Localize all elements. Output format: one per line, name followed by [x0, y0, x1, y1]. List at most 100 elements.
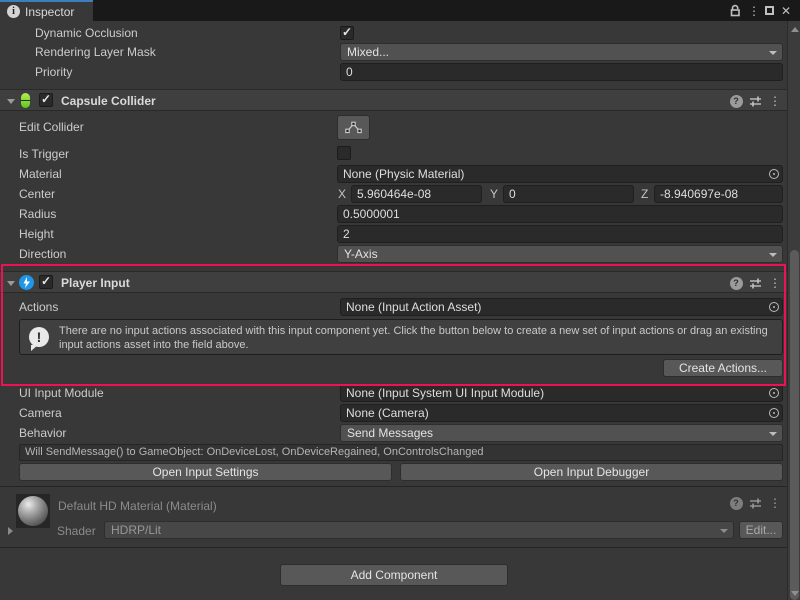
height-label: Height	[19, 226, 54, 242]
center-z-field[interactable]: -8.940697e-08	[654, 185, 783, 203]
open-input-debugger-button[interactable]: Open Input Debugger	[400, 463, 783, 481]
rendering-layer-mask-label: Rendering Layer Mask	[35, 44, 156, 60]
ui-input-module-object-field[interactable]: None (Input System UI Input Module)	[340, 384, 783, 402]
priority-field[interactable]: 0	[340, 63, 783, 81]
rendering-layer-mask-value: Mixed...	[347, 45, 389, 59]
foldout-arrow-icon[interactable]	[7, 281, 15, 286]
presets-icon[interactable]	[748, 276, 762, 290]
player-input-title: Player Input	[61, 276, 130, 290]
is-trigger-checkbox[interactable]	[337, 146, 351, 160]
create-actions-button[interactable]: Create Actions...	[663, 359, 783, 377]
actions-label: Actions	[19, 299, 58, 315]
chevron-down-icon	[769, 253, 777, 257]
is-trigger-label: Is Trigger	[19, 146, 69, 162]
direction-dropdown[interactable]: Y-Axis	[337, 245, 783, 263]
radius-field[interactable]: 0.5000001	[337, 205, 783, 223]
close-icon[interactable]: ✕	[779, 0, 793, 21]
maximize-icon[interactable]	[762, 0, 776, 21]
kebab-menu-icon[interactable]: ⋮	[748, 0, 760, 21]
send-message-info: Will SendMessage() to GameObject: OnDevi…	[19, 444, 783, 461]
behavior-value: Send Messages	[347, 426, 433, 440]
capsule-collider-enabled-checkbox[interactable]	[39, 93, 53, 107]
ui-input-module-label: UI Input Module	[19, 385, 104, 401]
player-input-icon	[19, 275, 34, 290]
center-label: Center	[19, 186, 55, 202]
no-actions-warning-text: There are no input actions associated wi…	[59, 324, 771, 352]
chevron-down-icon	[769, 51, 777, 55]
object-picker-icon[interactable]	[769, 169, 779, 179]
axis-y-label: Y	[490, 186, 498, 202]
kebab-menu-icon[interactable]: ⋮	[768, 496, 782, 510]
presets-icon[interactable]	[748, 496, 762, 510]
scroll-up-icon[interactable]	[791, 27, 799, 32]
capsule-collider-title: Capsule Collider	[61, 94, 156, 108]
center-x-field[interactable]: 5.960464e-08	[351, 185, 482, 203]
info-icon: i	[7, 5, 20, 18]
maximize-box	[765, 6, 774, 15]
material-preview	[16, 494, 50, 528]
kebab-menu-icon[interactable]: ⋮	[768, 276, 782, 290]
player-input-enabled-checkbox[interactable]	[39, 275, 53, 289]
open-input-settings-button[interactable]: Open Input Settings	[19, 463, 392, 481]
chevron-down-icon	[720, 529, 728, 533]
shader-edit-button[interactable]: Edit...	[739, 521, 783, 539]
behavior-label: Behavior	[19, 425, 66, 441]
center-y-field[interactable]: 0	[503, 185, 634, 203]
titlebar: i Inspector ⋮ ✕	[0, 0, 800, 21]
axis-z-label: Z	[641, 186, 648, 202]
foldout-arrow-icon[interactable]	[7, 99, 15, 104]
rendering-layer-mask-dropdown[interactable]: Mixed...	[340, 43, 783, 61]
physic-material-value: None (Physic Material)	[343, 167, 464, 181]
unlock-icon[interactable]	[727, 0, 743, 21]
camera-label: Camera	[19, 405, 62, 421]
help-glyph: ?	[730, 277, 743, 290]
scroll-down-icon[interactable]	[791, 591, 799, 596]
edit-collider-icon	[345, 121, 362, 134]
camera-object-field[interactable]: None (Camera)	[340, 404, 783, 422]
shader-value: HDRP/Lit	[111, 523, 161, 537]
help-icon[interactable]: ?	[729, 94, 743, 108]
dynamic-occlusion-label: Dynamic Occlusion	[35, 25, 138, 41]
material-title: Default HD Material (Material)	[58, 498, 217, 514]
priority-label: Priority	[35, 64, 72, 80]
object-picker-icon[interactable]	[769, 302, 779, 312]
material-sphere-icon	[18, 496, 48, 526]
camera-value: None (Camera)	[346, 406, 429, 420]
foldout-arrow-icon[interactable]	[8, 527, 13, 535]
edit-collider-button[interactable]	[337, 115, 370, 140]
kebab-menu-icon[interactable]: ⋮	[768, 94, 782, 108]
no-actions-helpbox: ! There are no input actions associated …	[19, 319, 783, 355]
material-label: Material	[19, 166, 62, 182]
chevron-down-icon	[769, 432, 777, 436]
radius-label: Radius	[19, 206, 56, 222]
object-picker-icon[interactable]	[769, 408, 779, 418]
add-component-button[interactable]: Add Component	[280, 564, 508, 586]
dynamic-occlusion-checkbox[interactable]	[340, 26, 354, 40]
edit-collider-label: Edit Collider	[19, 119, 84, 135]
actions-value: None (Input Action Asset)	[346, 300, 481, 314]
direction-value: Y-Axis	[344, 247, 378, 261]
shader-dropdown: HDRP/Lit	[104, 521, 734, 539]
ui-input-module-value: None (Input System UI Input Module)	[346, 386, 544, 400]
presets-icon[interactable]	[748, 94, 762, 108]
help-icon[interactable]: ?	[729, 496, 743, 510]
help-glyph: ?	[730, 95, 743, 108]
shader-label: Shader	[57, 523, 96, 539]
player-input-header[interactable]: Player Input ? ⋮	[0, 271, 787, 293]
tab-label: Inspector	[25, 5, 74, 19]
help-icon[interactable]: ?	[729, 276, 743, 290]
tab-inspector[interactable]: i Inspector	[0, 0, 93, 21]
direction-label: Direction	[19, 246, 66, 262]
capsule-collider-icon	[21, 93, 30, 108]
object-picker-icon[interactable]	[769, 388, 779, 398]
vertical-scrollbar[interactable]	[787, 21, 800, 600]
unity-inspector-window: i Inspector ⋮ ✕ Dynamic Occlusion Render…	[0, 0, 800, 600]
axis-x-label: X	[338, 186, 346, 202]
height-field[interactable]: 2	[337, 225, 783, 243]
help-glyph: ?	[730, 497, 743, 510]
capsule-collider-header[interactable]: Capsule Collider ? ⋮	[0, 89, 787, 111]
scrollbar-thumb[interactable]	[790, 250, 799, 600]
physic-material-object-field[interactable]: None (Physic Material)	[337, 165, 783, 183]
behavior-dropdown[interactable]: Send Messages	[340, 424, 783, 442]
actions-object-field[interactable]: None (Input Action Asset)	[340, 298, 783, 316]
